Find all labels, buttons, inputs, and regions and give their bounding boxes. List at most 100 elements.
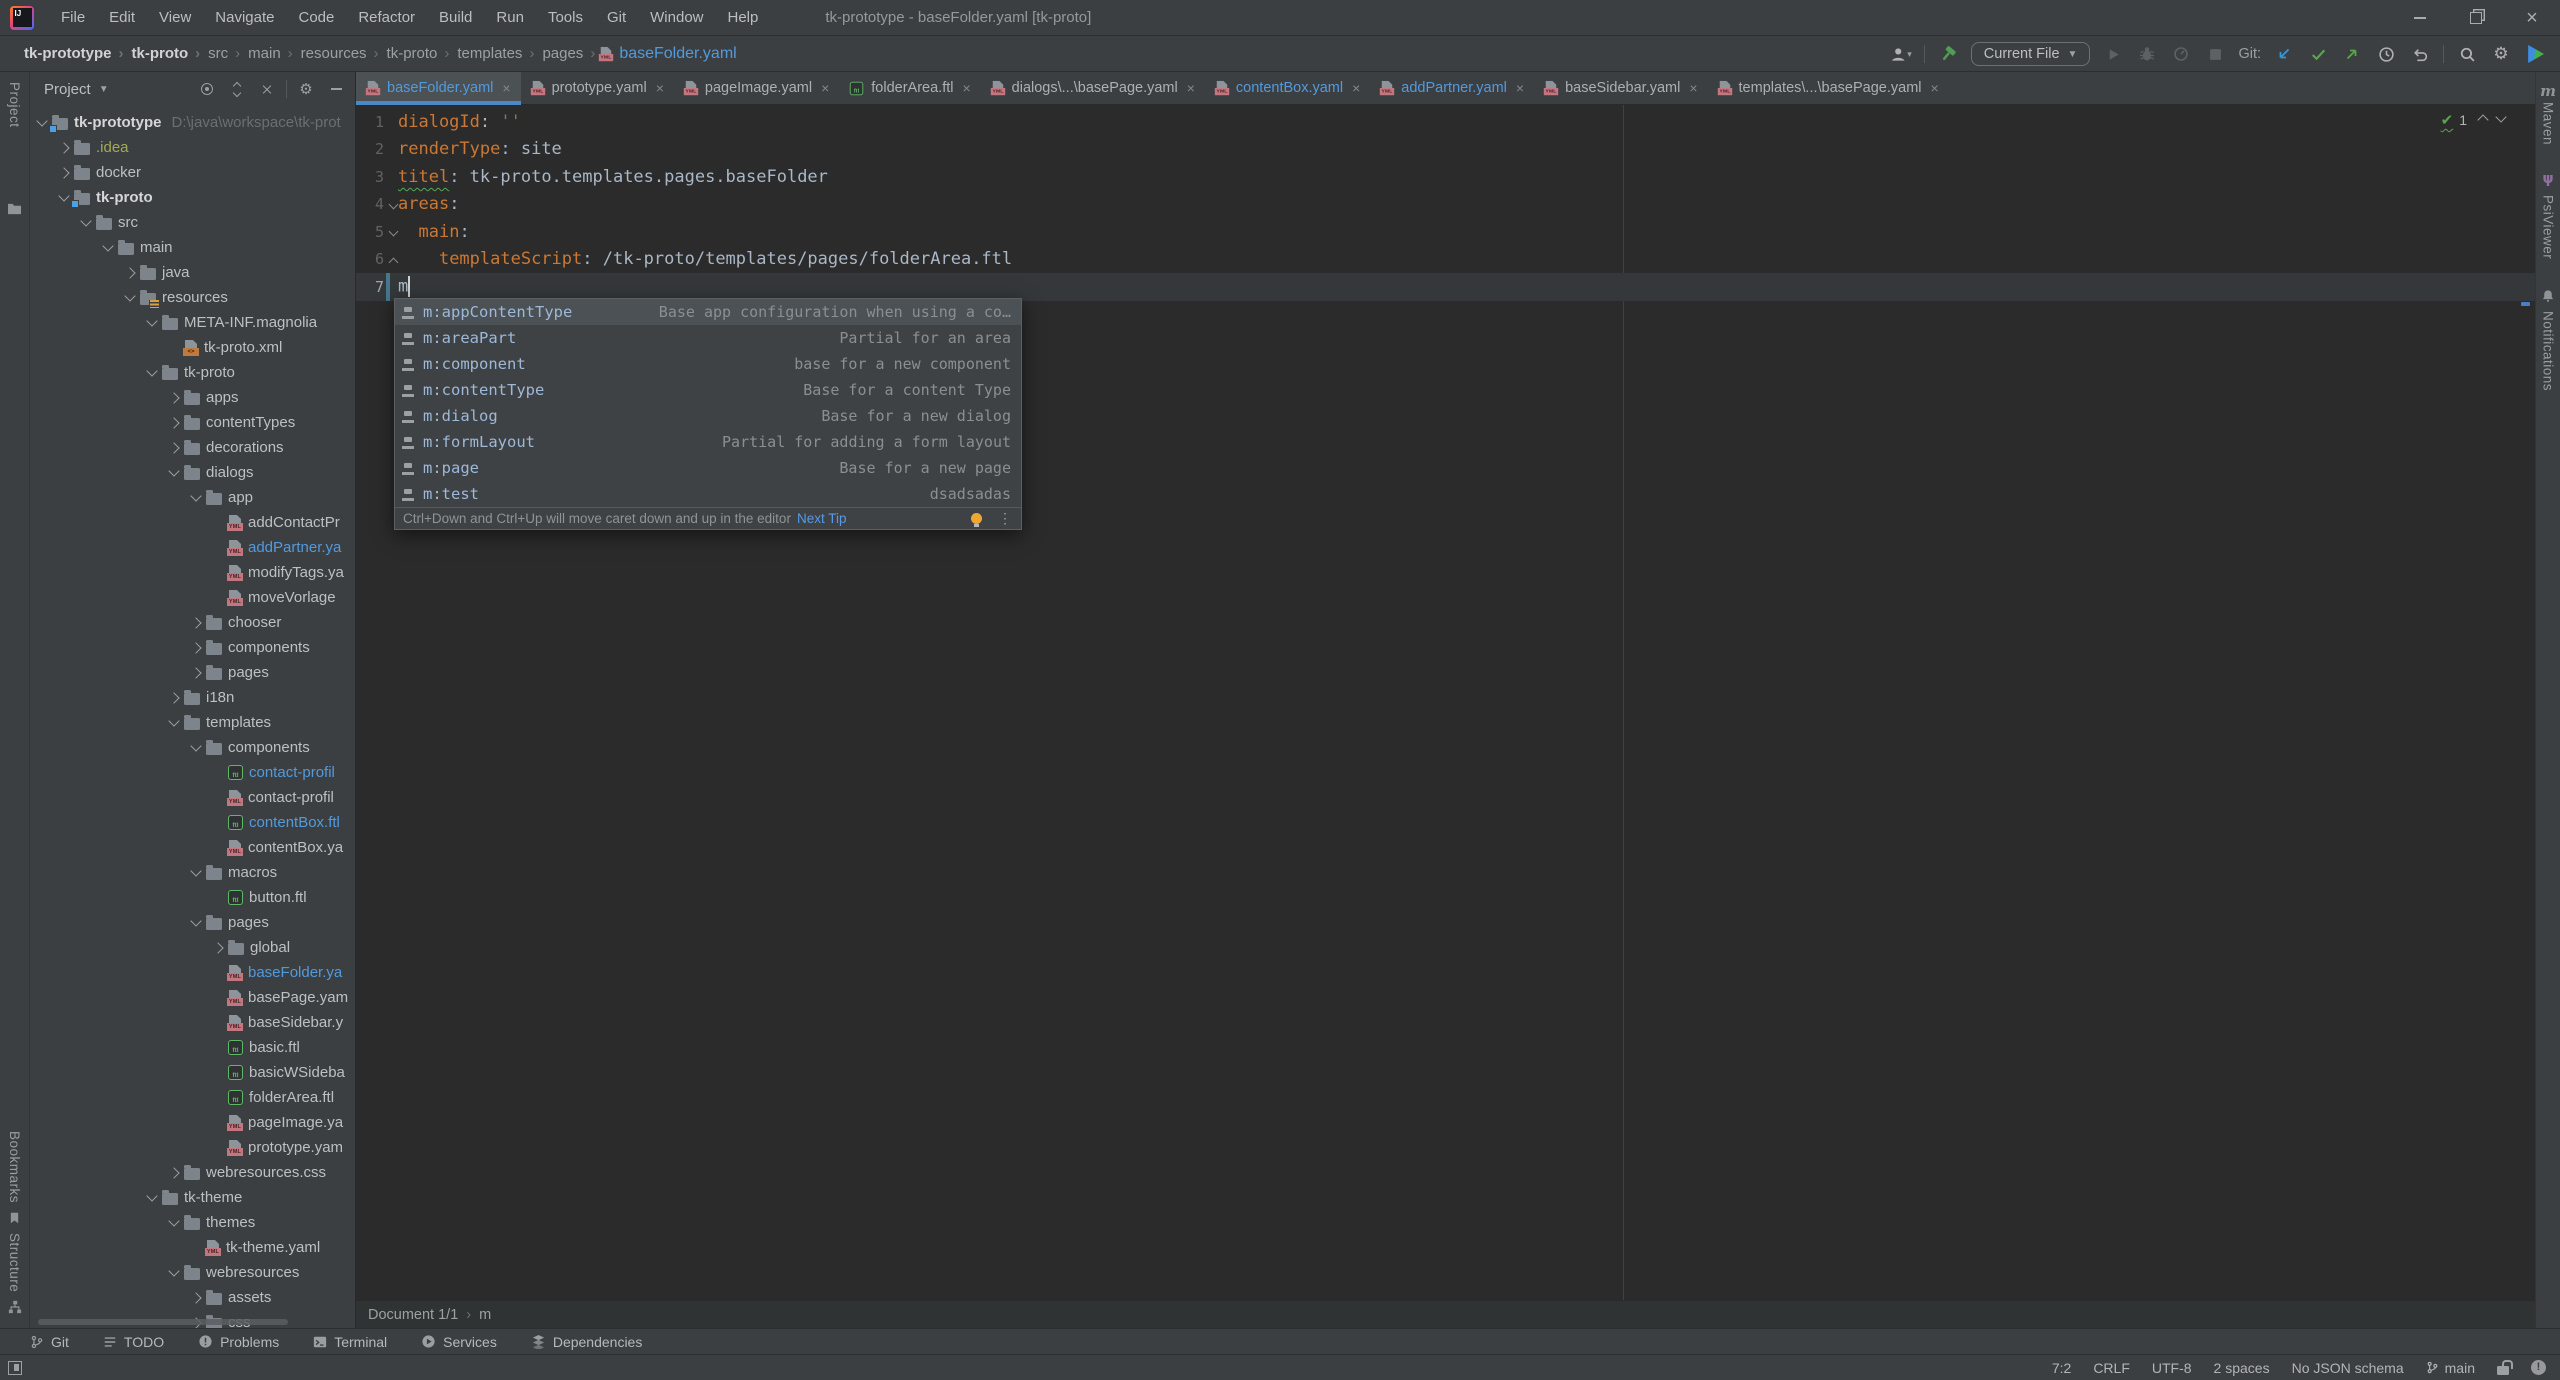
tree-item[interactable]: basicWSideba <box>30 1060 355 1085</box>
tree-item[interactable]: macros <box>30 860 355 885</box>
tree-chevron-icon[interactable] <box>168 1167 179 1178</box>
editor-tab[interactable]: addPartner.yaml × <box>1370 72 1534 104</box>
plugin-logo-icon[interactable] <box>2524 43 2546 65</box>
tree-item[interactable]: components <box>30 735 355 760</box>
close-button[interactable]: × <box>2504 0 2560 36</box>
tree-item[interactable]: themes <box>30 1210 355 1235</box>
code-line[interactable]: 2renderType: site <box>356 136 2535 164</box>
tree-chevron-icon[interactable] <box>190 865 201 876</box>
menu-item[interactable]: Build <box>428 5 483 30</box>
tab-close-icon[interactable]: × <box>1352 80 1360 96</box>
menu-item[interactable]: Navigate <box>204 5 285 30</box>
tree-chevron-icon[interactable] <box>36 115 47 126</box>
restore-button[interactable] <box>2448 0 2504 36</box>
tree-item[interactable]: pageImage.ya <box>30 1110 355 1135</box>
tool-window-button-git[interactable]: Git <box>30 1334 69 1350</box>
menu-item[interactable]: Git <box>596 5 637 30</box>
notifications-bell-icon[interactable] <box>2541 289 2555 303</box>
tree-chevron-icon[interactable] <box>190 1292 201 1303</box>
tree-chevron-icon[interactable] <box>190 740 201 751</box>
tree-item[interactable]: src <box>30 210 355 235</box>
tree-chevron-icon[interactable] <box>168 392 179 403</box>
inspections-widget[interactable]: ✔ 1 <box>2441 111 2505 129</box>
tree-chevron-icon[interactable] <box>124 290 135 301</box>
editor-breadcrumb-item[interactable]: m <box>479 1307 491 1323</box>
tree-chevron-icon[interactable] <box>190 490 201 501</box>
editor-tab[interactable]: dialogs\...\basePage.yaml × <box>981 72 1205 104</box>
tree-chevron-icon[interactable] <box>58 190 69 201</box>
tab-close-icon[interactable]: × <box>1689 80 1697 96</box>
tree-item[interactable]: chooser <box>30 610 355 635</box>
code-line[interactable]: 5 main: <box>356 218 2535 246</box>
tree-item[interactable]: webresources <box>30 1260 355 1285</box>
profiler-button[interactable] <box>2170 43 2192 65</box>
git-push-icon[interactable] <box>2341 43 2363 65</box>
project-folder-icon[interactable] <box>7 202 22 215</box>
breadcrumb-item[interactable]: main <box>246 43 295 64</box>
tree-item[interactable]: contact-profil <box>30 760 355 785</box>
breadcrumb-item[interactable]: templates <box>455 43 536 64</box>
psi-viewer-icon[interactable]: ψ <box>2542 171 2553 187</box>
notifications-indicator-icon[interactable] <box>2531 1360 2546 1375</box>
menu-item[interactable]: Window <box>639 5 714 30</box>
breadcrumb-file[interactable]: baseFolder.yaml <box>599 45 736 63</box>
tree-item[interactable]: moveVorlage <box>30 585 355 610</box>
tool-window-button-dependencies[interactable]: Dependencies <box>531 1334 643 1350</box>
run-configuration-select[interactable]: Current File ▼ <box>1971 42 2091 66</box>
tree-item[interactable]: button.ftl <box>30 885 355 910</box>
line-number[interactable]: 3 <box>356 168 386 186</box>
code-line[interactable]: 1dialogId: '' <box>356 108 2535 136</box>
panel-settings-gear-icon[interactable]: ⚙ <box>295 78 317 100</box>
tab-close-icon[interactable]: × <box>1516 80 1524 96</box>
tree-item[interactable]: folderArea.ftl <box>30 1085 355 1110</box>
debug-button[interactable] <box>2136 43 2158 65</box>
tree-item[interactable]: main <box>30 235 355 260</box>
tool-window-button-services[interactable]: Services <box>421 1334 497 1350</box>
tree-chevron-icon[interactable] <box>190 667 201 678</box>
tree-item[interactable]: .idea <box>30 135 355 160</box>
tool-window-button-todo[interactable]: TODO <box>103 1334 164 1350</box>
more-options-icon[interactable]: ⋮ <box>998 510 1013 527</box>
tree-item[interactable]: tk-proto.xml <box>30 335 355 360</box>
tree-chevron-icon[interactable] <box>168 1215 179 1226</box>
tree-item[interactable]: global <box>30 935 355 960</box>
tree-item[interactable]: basePage.yam <box>30 985 355 1010</box>
unlocked-padlock-icon[interactable] <box>2497 1366 2509 1375</box>
tab-close-icon[interactable]: × <box>1931 80 1939 96</box>
code-line[interactable]: 7m <box>356 273 2535 301</box>
user-avatar-icon[interactable]: ▾ <box>1890 43 1912 65</box>
tool-window-button-structure[interactable]: Structure <box>7 1233 22 1292</box>
editor-tab[interactable]: templates\...\basePage.yaml × <box>1708 72 1949 104</box>
run-button[interactable] <box>2102 43 2124 65</box>
tree-chevron-icon[interactable] <box>190 617 201 628</box>
breadcrumb-item[interactable]: tk-prototype <box>22 43 126 64</box>
tree-item[interactable]: webresources.css <box>30 1160 355 1185</box>
menu-item[interactable]: Run <box>485 5 535 30</box>
tree-item[interactable]: pages <box>30 910 355 935</box>
history-clock-icon[interactable] <box>2375 43 2397 65</box>
tree-chevron-icon[interactable] <box>168 715 179 726</box>
menu-item[interactable]: View <box>148 5 202 30</box>
tree-item[interactable]: assets <box>30 1285 355 1310</box>
tree-chevron-icon[interactable] <box>58 167 69 178</box>
tree-item[interactable]: tk-prototype D:\java\workspace\tk-prot <box>30 110 355 135</box>
menu-item[interactable]: File <box>50 5 96 30</box>
tree-chevron-icon[interactable] <box>80 215 91 226</box>
tree-item[interactable]: pages <box>30 660 355 685</box>
tree-item[interactable]: contact-profil <box>30 785 355 810</box>
tree-chevron-icon[interactable] <box>146 1190 157 1201</box>
tree-chevron-icon[interactable] <box>124 267 135 278</box>
tree-item[interactable]: templates <box>30 710 355 735</box>
tree-chevron-icon[interactable] <box>190 915 201 926</box>
breadcrumb-item[interactable]: tk-proto <box>385 43 452 64</box>
breadcrumb-item[interactable]: resources <box>299 43 381 64</box>
tree-item[interactable]: baseSidebar.y <box>30 1010 355 1035</box>
tree-item[interactable]: dialogs <box>30 460 355 485</box>
menu-item[interactable]: Tools <box>537 5 594 30</box>
editor-tab[interactable]: folderArea.ftl × <box>839 72 980 104</box>
tree-item[interactable]: basic.ftl <box>30 1035 355 1060</box>
tree-chevron-icon[interactable] <box>168 442 179 453</box>
status-item[interactable]: CRLF <box>2093 1360 2130 1376</box>
tool-window-button-project[interactable]: Project <box>7 82 22 128</box>
hide-panel-icon[interactable] <box>325 78 347 100</box>
